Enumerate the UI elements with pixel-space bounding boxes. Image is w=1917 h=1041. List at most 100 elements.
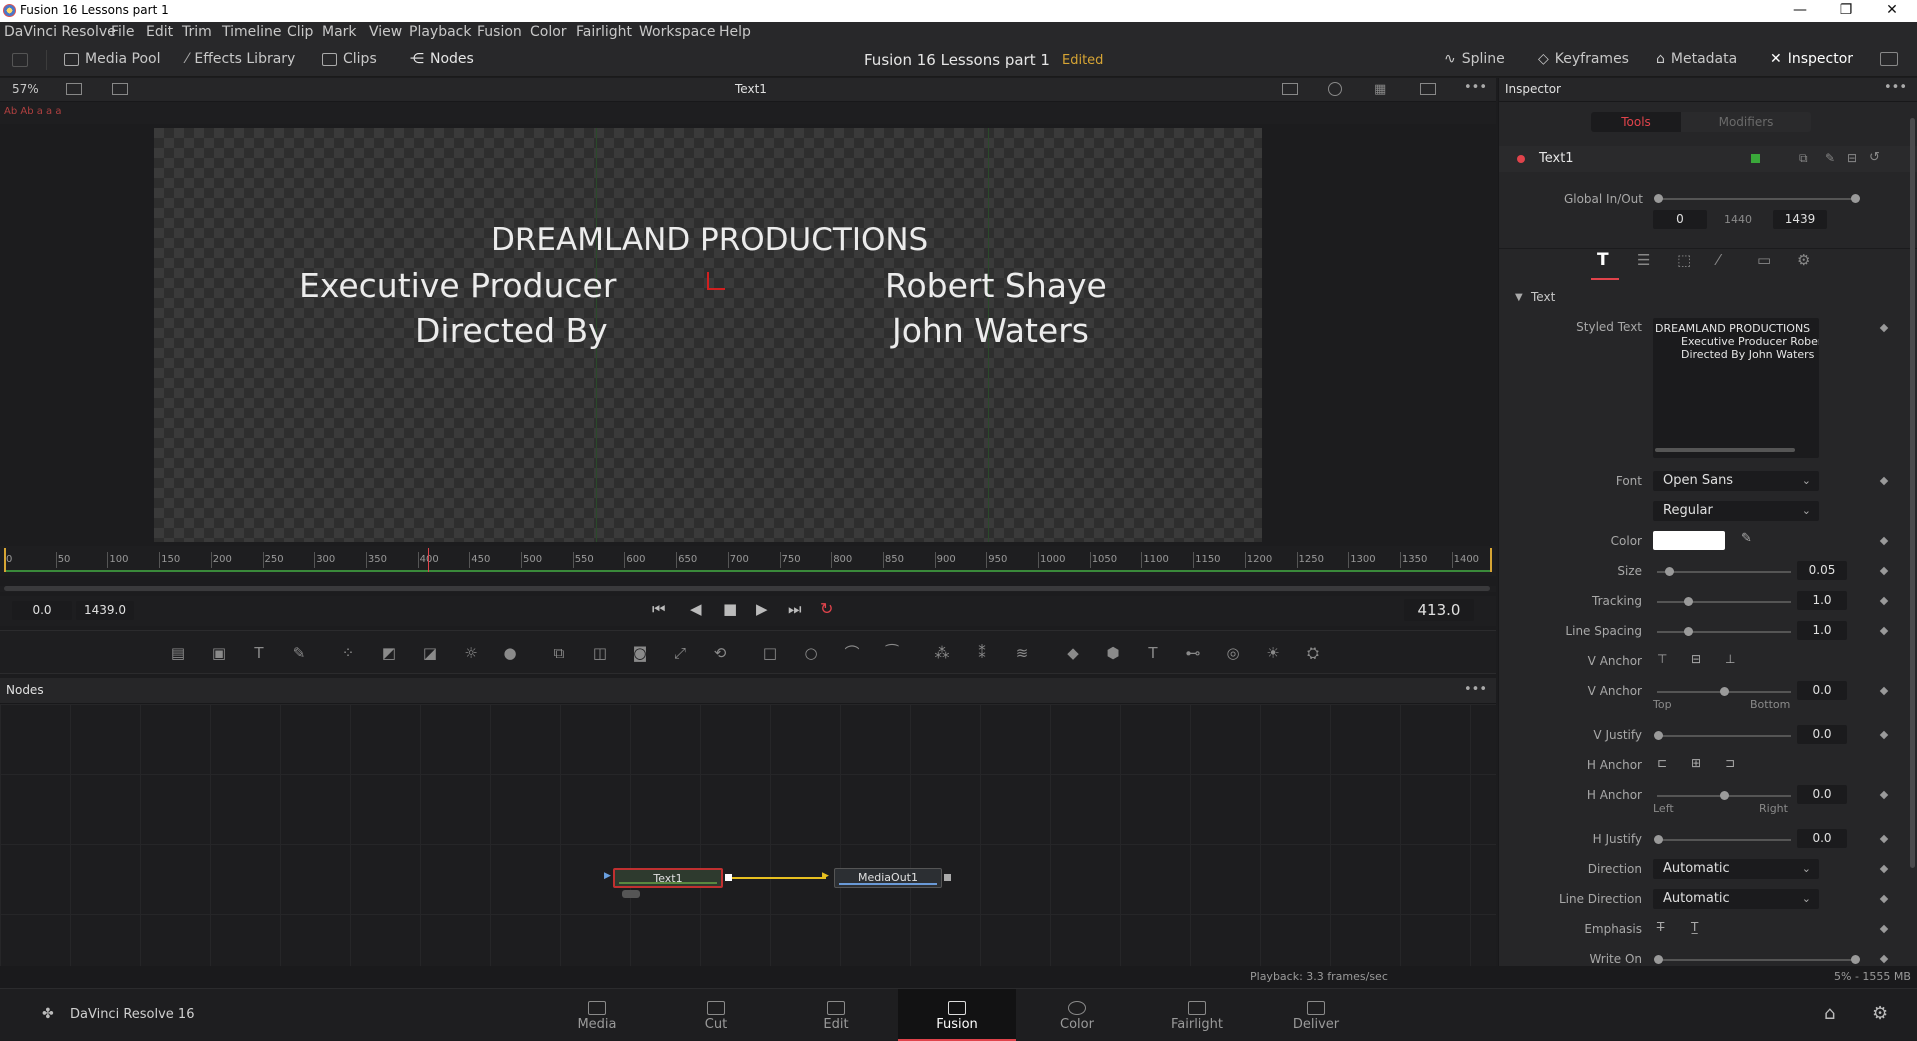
hanchor-left-icon[interactable]: ⊏ [1657,756,1667,770]
clips-button[interactable]: Clips [322,51,377,67]
shading-tab-icon[interactable]: ⁄ [1717,251,1720,269]
keyframe-icon[interactable] [1879,323,1889,333]
vanchor-field[interactable]: 0.0 [1797,681,1847,700]
matte-tool-icon[interactable]: ◙ [630,643,650,663]
brightness-tool-icon[interactable]: ☼ [461,643,481,663]
3d-text-icon[interactable]: T [1143,643,1163,663]
hjustify-slider[interactable] [1654,835,1791,844]
maximize-button[interactable]: ❐ [1823,0,1869,22]
size-field[interactable]: 0.05 [1797,561,1847,580]
global-out-field[interactable]: 1439 [1773,210,1827,229]
current-frame-field[interactable]: 413.0 [1404,599,1474,621]
keyframe-icon[interactable] [1879,954,1889,964]
font-dropdown[interactable]: Open Sans ⌄ [1653,471,1819,491]
effects-library-button[interactable]: ⁄ Effects Library [186,51,295,67]
resize-tool-icon[interactable]: ⤢ [670,643,690,663]
page-color[interactable]: Color [1018,989,1136,1041]
styled-text-field[interactable]: DREAMLAND PRODUCTIONS Executive Producer… [1653,318,1819,458]
curves-tool-icon[interactable]: ◪ [420,643,440,663]
slider-knob[interactable] [1654,835,1663,844]
ellipse-mask-icon[interactable]: ○ [801,643,821,663]
particles-tool-icon[interactable]: ⁘ [338,643,358,663]
keyframe-icon[interactable] [1879,864,1889,874]
page-fairlight[interactable]: Fairlight [1138,989,1256,1041]
hjustify-field[interactable]: 0.0 [1797,829,1847,848]
pin-icon[interactable]: ✎ [1825,151,1835,165]
paint-tool-icon[interactable]: ✎ [289,643,309,663]
zoom-dropdown[interactable]: 57% [12,82,39,96]
menu-davinci-resolve[interactable]: DaVinci Resolve [4,24,116,40]
playhead[interactable] [428,548,429,572]
3d-renderer-icon[interactable]: ⛭ [1303,643,1323,663]
3d-merge-icon[interactable]: ⊷ [1183,643,1203,663]
node-output-port[interactable] [944,874,951,881]
roi-icon[interactable] [1282,83,1298,95]
nodes-button[interactable]: ⋲ Nodes [410,51,474,67]
vanchor-center-icon[interactable]: ⊟ [1691,652,1701,666]
vjustify-field[interactable]: 0.0 [1797,725,1847,744]
background-tool-icon[interactable]: ▤ [168,643,188,663]
scrub-bar[interactable] [4,586,1490,591]
3d-image-plane-icon[interactable]: ◆ [1063,643,1083,663]
channel-tool-icon[interactable]: ◫ [590,643,610,663]
writeon-slider[interactable] [1654,955,1860,964]
keyframe-icon[interactable] [1879,536,1889,546]
page-edit[interactable]: Edit [777,989,895,1041]
hanchor-right-icon[interactable]: ⊐ [1725,756,1735,770]
layout-tab-icon[interactable]: ☰ [1637,251,1650,269]
hanchor-field[interactable]: 0.0 [1797,785,1847,804]
menu-fusion[interactable]: Fusion [477,24,522,40]
bspline-mask-icon[interactable]: ⁀ [882,643,902,663]
tool-enable-icon[interactable] [1517,155,1525,163]
viewer-more-icon[interactable]: ••• [1464,80,1487,95]
slider-knob[interactable] [1720,791,1729,800]
slider-knob[interactable] [1720,687,1729,696]
slider-knob[interactable] [1654,731,1663,740]
eyedropper-icon[interactable]: ✎ [1741,531,1752,546]
stop-icon[interactable]: ■ [723,600,737,618]
vanchor-bottom-icon[interactable]: ⊥ [1725,652,1735,666]
line-spacing-field[interactable]: 1.0 [1797,621,1847,640]
grid-icon[interactable]: ▦ [1374,82,1386,97]
vanchor-slider[interactable] [1657,687,1791,696]
transform-tool-icon[interactable]: ⟲ [710,643,730,663]
menu-timeline[interactable]: Timeline [222,24,282,40]
keyframe-icon[interactable] [1879,790,1889,800]
keyframe-icon[interactable] [1879,626,1889,636]
page-cut[interactable]: Cut [657,989,775,1041]
go-to-end-icon[interactable]: ⏭ [788,600,802,618]
menu-view[interactable]: View [369,24,402,40]
slider-knob[interactable] [1684,597,1693,606]
image-tool-icon[interactable]: ▣ [209,643,229,663]
keyframe-icon[interactable] [1879,730,1889,740]
loop-icon[interactable]: ↻ [820,599,833,618]
keyframe-icon[interactable] [1879,686,1889,696]
page-media[interactable]: Media [538,989,656,1041]
nodes-more-icon[interactable]: ••• [1464,682,1487,697]
lock-icon[interactable]: ⊟ [1847,151,1857,165]
node-input-arrow-icon[interactable]: ▶ [604,871,611,881]
node-editor[interactable]: ▶ Text1 ▶ MediaOut1 [0,704,1496,966]
text-tool-icons[interactable]: Ab Ab a a a [4,106,61,117]
transform-widget[interactable] [707,288,725,290]
global-inout-slider[interactable] [1654,194,1860,203]
minimize-button[interactable]: — [1777,0,1823,22]
emitter-tool-icon[interactable]: ⁂ [932,643,952,663]
panel-toggle-icon[interactable] [12,53,28,67]
node-mediaout1[interactable]: MediaOut1 [834,868,942,888]
inspector-more-icon[interactable]: ••• [1884,80,1907,95]
viewer-canvas[interactable]: DREAMLAND PRODUCTIONS Executive Producer… [154,128,1262,542]
line-spacing-slider[interactable] [1657,627,1791,636]
vanchor-top-icon[interactable]: ⊤ [1657,652,1667,666]
spline-button[interactable]: ∿ Spline [1444,51,1505,67]
3d-camera-icon[interactable]: ◎ [1223,643,1243,663]
fullscreen-icon[interactable] [1880,52,1898,66]
node-text1[interactable]: Text1 [613,868,723,888]
color-swatch[interactable] [1653,531,1725,550]
polygon-mask-icon[interactable]: ⌒ [842,643,862,663]
3d-shape-icon[interactable]: ⬢ [1103,643,1123,663]
direction-dropdown[interactable]: Automatic ⌄ [1653,859,1819,879]
menu-playback[interactable]: Playback [409,24,471,40]
metadata-button[interactable]: ⌂ Metadata [1656,51,1737,67]
tool-color-swatch[interactable] [1751,154,1760,163]
